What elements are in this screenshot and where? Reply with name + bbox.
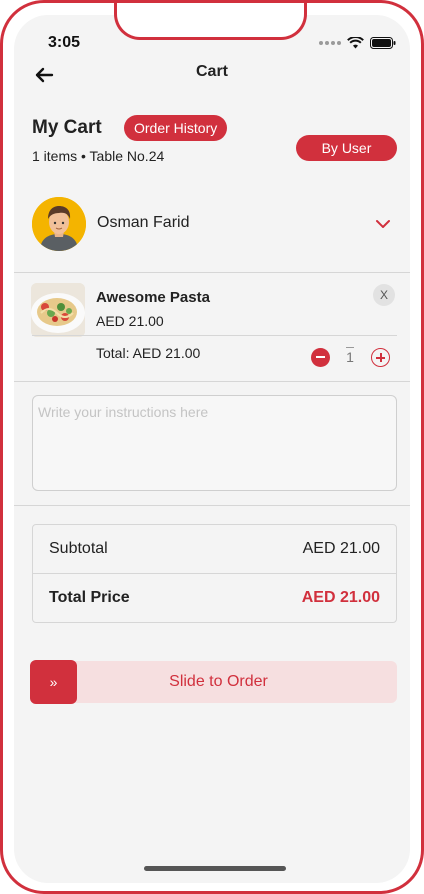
divider <box>14 272 410 273</box>
signal-icon <box>319 41 341 45</box>
pasta-dish-image <box>31 283 85 337</box>
cart-meta: 1 items • Table No.24 <box>32 148 165 164</box>
divider <box>32 335 397 336</box>
quantity-value: 1 <box>346 347 354 365</box>
subtotal-value: AED 21.00 <box>302 540 380 557</box>
price-summary: Subtotal AED 21.00 Total Price AED 21.00 <box>32 524 397 623</box>
battery-icon <box>370 37 396 49</box>
user-name: Osman Farid <box>97 214 190 231</box>
item-name: Awesome Pasta <box>96 289 210 306</box>
page-title: Cart <box>195 63 228 80</box>
item-price: AED 21.00 <box>96 313 164 329</box>
user-row[interactable]: Osman Farid <box>14 197 410 257</box>
by-user-button[interactable]: By User <box>296 135 397 161</box>
home-indicator <box>144 866 286 871</box>
slide-to-order-label: Slide to Order <box>169 673 268 690</box>
slide-to-order-track[interactable]: » Slide to Order <box>30 660 397 704</box>
item-total: Total: AED 21.00 <box>96 345 201 361</box>
instructions-input[interactable] <box>32 395 397 491</box>
subtotal-label: Subtotal <box>49 540 108 557</box>
cart-heading: My Cart <box>32 117 102 138</box>
quantity-increase-button[interactable] <box>371 348 390 367</box>
chevron-down-icon[interactable] <box>374 215 392 233</box>
avatar <box>32 197 86 251</box>
status-icons <box>319 37 396 49</box>
quantity-decrease-button[interactable] <box>311 348 330 367</box>
remove-item-button[interactable]: X <box>373 284 395 306</box>
status-time: 3:05 <box>48 34 81 51</box>
user-avatar-icon <box>32 197 86 251</box>
device-notch <box>114 3 307 40</box>
divider <box>14 381 410 382</box>
total-value: AED 21.00 <box>301 589 380 606</box>
app-screen: 3:05 Cart My Cart Order History 1 items … <box>14 15 410 883</box>
divider <box>14 505 410 506</box>
total-label: Total Price <box>49 589 130 606</box>
order-history-button[interactable]: Order History <box>124 115 228 141</box>
top-app-bar: Cart <box>14 59 410 93</box>
phone-frame: 3:05 Cart My Cart Order History 1 items … <box>0 0 424 894</box>
total-row: Total Price AED 21.00 <box>33 574 396 622</box>
item-image <box>31 283 85 337</box>
wifi-icon <box>347 37 364 49</box>
subtotal-row: Subtotal AED 21.00 <box>33 525 396 573</box>
